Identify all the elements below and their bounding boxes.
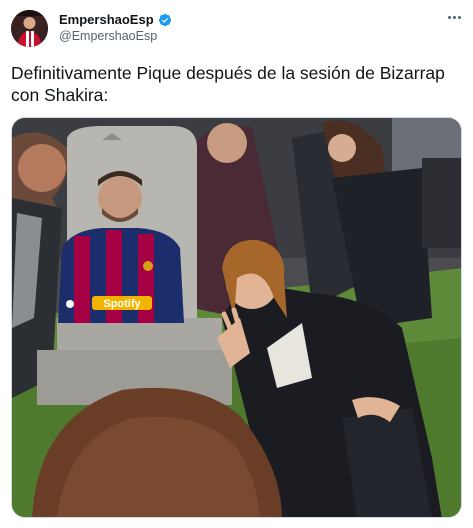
more-options-icon[interactable] xyxy=(444,10,464,24)
author-name-row: EmpershaoEsp xyxy=(59,12,172,27)
author-avatar[interactable] xyxy=(11,10,48,47)
author-display-name[interactable]: EmpershaoEsp xyxy=(59,12,154,27)
jersey-sponsor-text: Spotify xyxy=(103,298,141,310)
avatar-image xyxy=(11,10,48,47)
tweet-text: Definitivamente Pique después de la sesi… xyxy=(11,63,445,105)
tweet-media[interactable]: Spotify xyxy=(11,117,462,518)
verified-badge-icon xyxy=(158,13,171,26)
author-handle[interactable]: @EmpershaoEsp xyxy=(59,29,157,43)
meme-image: Spotify xyxy=(12,118,461,517)
tweet-card: EmpershaoEsp @EmpershaoEsp Definitivamen… xyxy=(0,0,473,528)
